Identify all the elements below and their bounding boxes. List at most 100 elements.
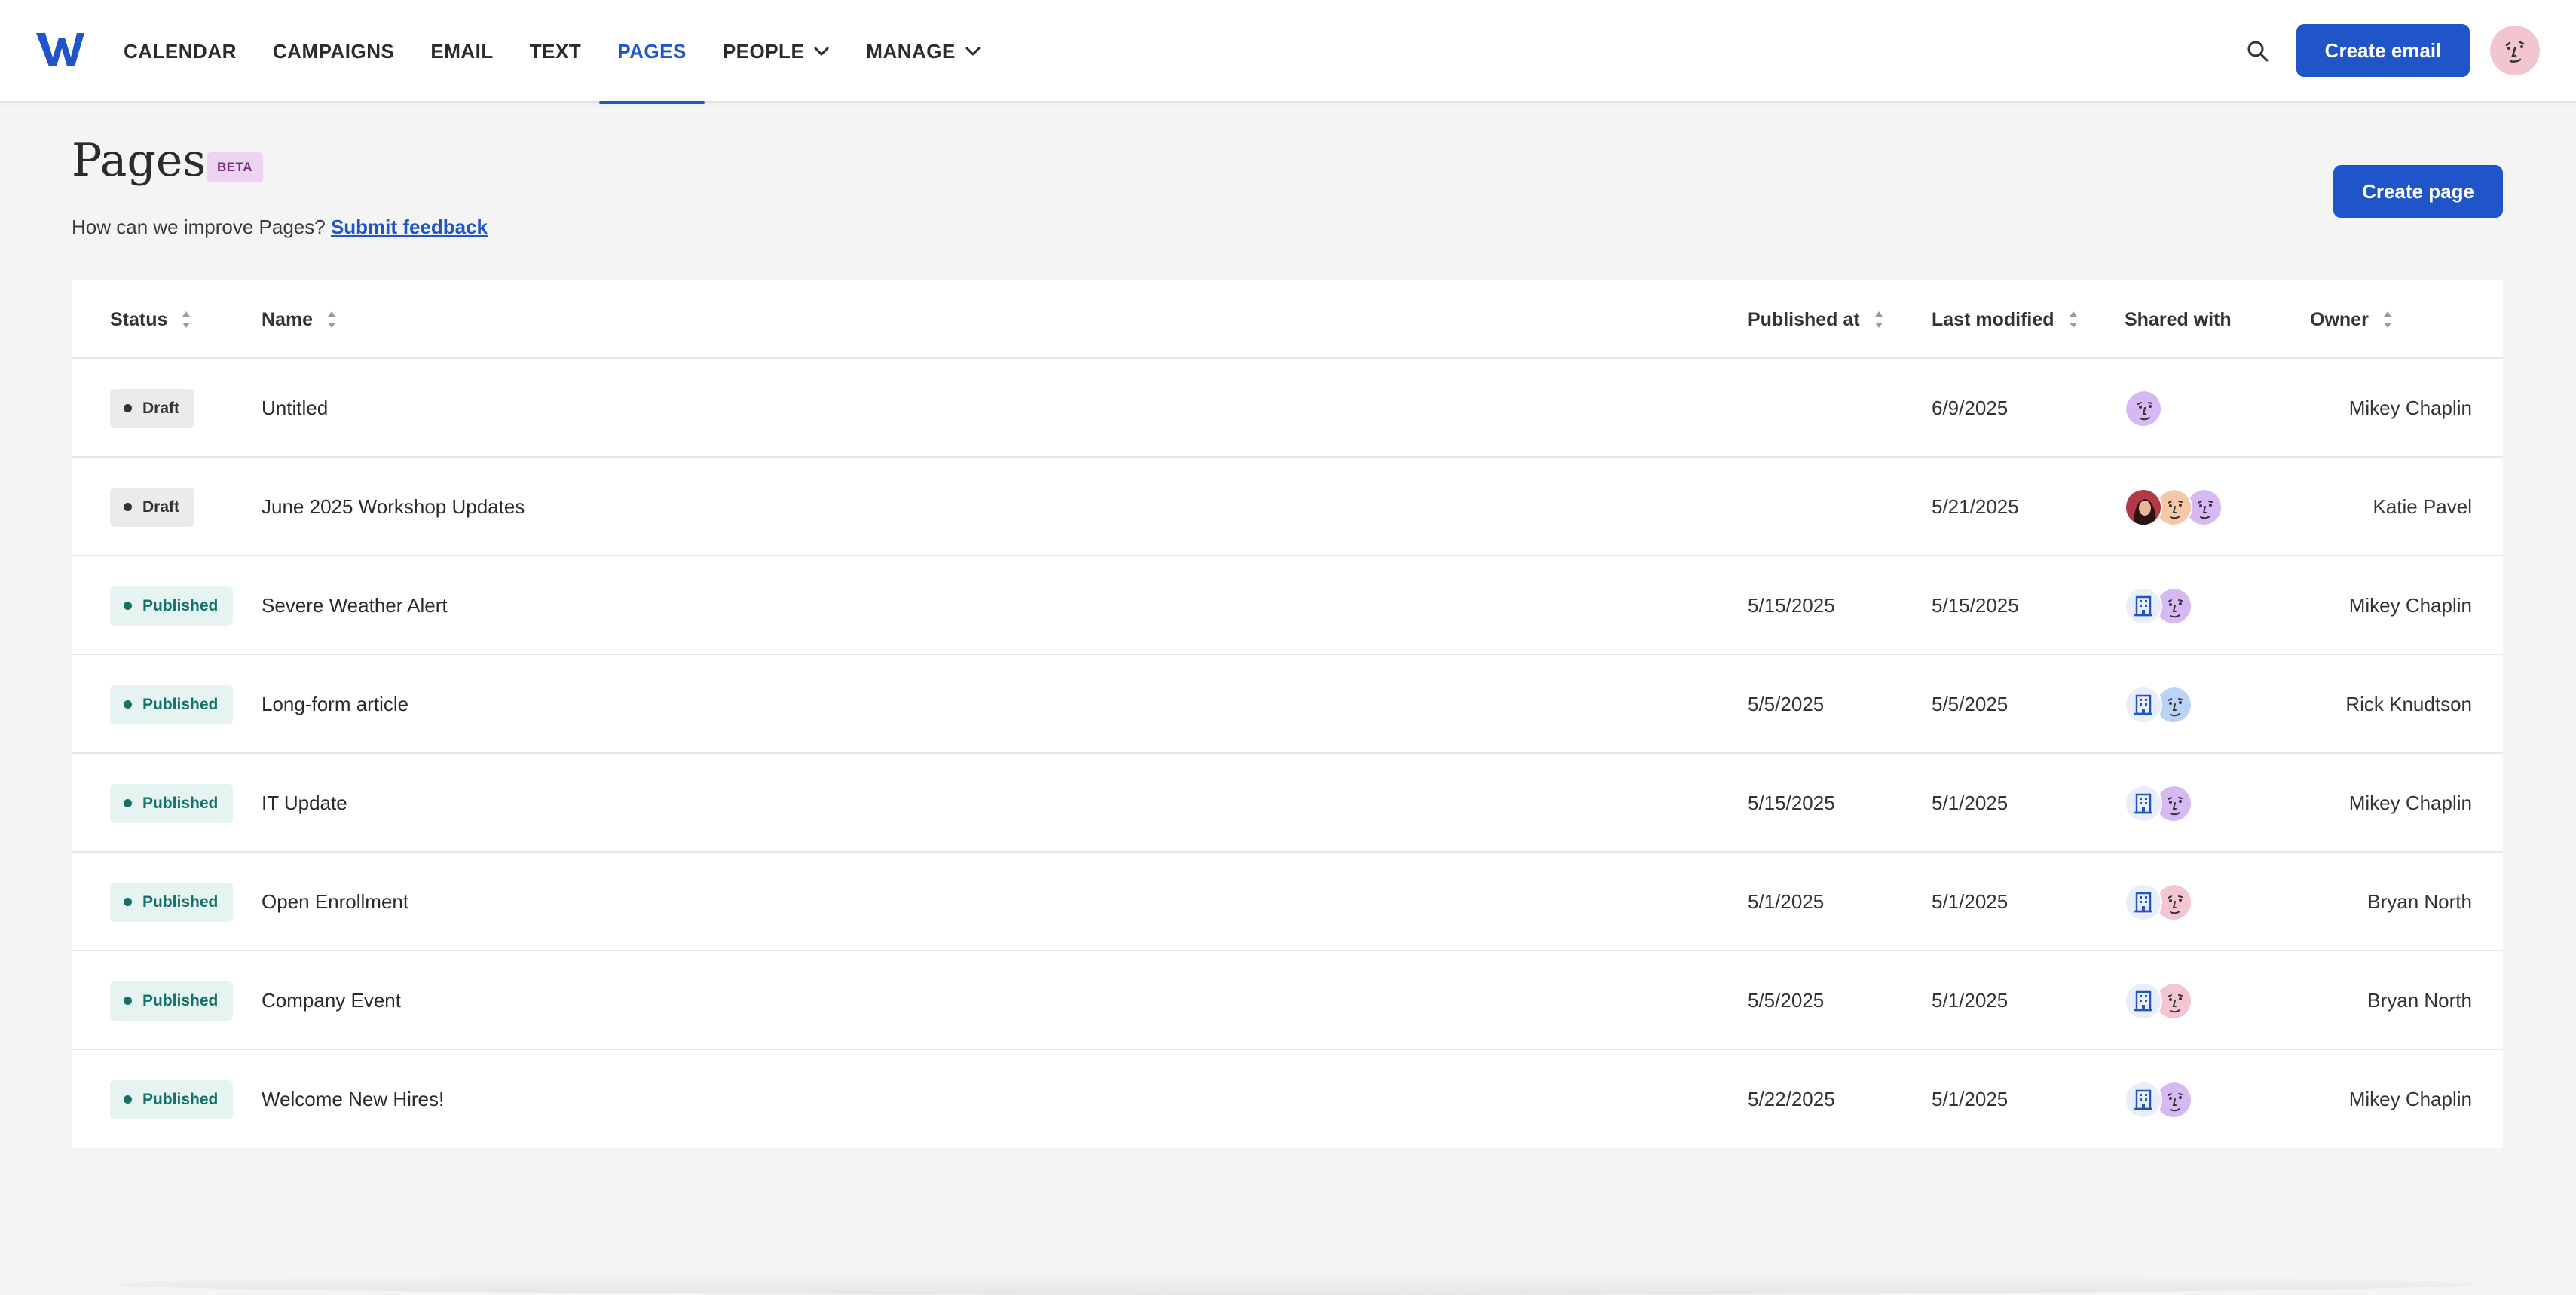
published-at-cell: 5/15/2025 <box>1748 594 1835 617</box>
shared-with-cell[interactable] <box>2125 458 2223 556</box>
table-row[interactable]: Draft Untitled 6/9/2025 Mikey Chaplin <box>72 359 2503 458</box>
page-name[interactable]: Long-form article <box>262 655 408 754</box>
nav-item-label: CALENDAR <box>124 39 237 63</box>
status-label: Published <box>142 892 219 911</box>
status-dot <box>124 997 132 1005</box>
page-name[interactable]: Severe Weather Alert <box>262 556 448 655</box>
nav-item-pages[interactable]: PAGES <box>599 0 705 104</box>
page-title: Pages <box>72 134 207 187</box>
status-cell: Draft <box>110 458 195 556</box>
bottom-edge-shadow <box>113 1274 2472 1295</box>
shared-avatar <box>2125 883 2162 921</box>
column-header-label: Published at <box>1748 308 1860 330</box>
shared-avatar <box>2125 685 2162 724</box>
page-name[interactable]: Welcome New Hires! <box>262 1050 444 1149</box>
nav-item-email[interactable]: EMAIL <box>412 0 511 103</box>
shared-avatar <box>2125 389 2162 427</box>
sort-icon[interactable] <box>181 308 191 331</box>
column-header-owner[interactable]: Owner <box>2310 280 2393 359</box>
status-label: Published <box>142 991 219 1009</box>
nav-item-label: PAGES <box>617 39 687 63</box>
published-at-cell: 5/1/2025 <box>1748 890 1825 913</box>
published-at-cell: 5/5/2025 <box>1748 693 1825 715</box>
page-name[interactable]: Company Event <box>262 951 401 1050</box>
sort-icon[interactable] <box>2068 308 2079 331</box>
nav-item-text[interactable]: TEXT <box>512 0 599 103</box>
create-page-button[interactable]: Create page <box>2333 165 2503 218</box>
sort-icon[interactable] <box>1874 308 1884 331</box>
column-header-label: Name <box>262 308 314 330</box>
last-modified-cell: 5/1/2025 <box>1932 890 2008 913</box>
shared-with-cell[interactable] <box>2125 556 2192 655</box>
owner-cell: Mikey Chaplin <box>2348 594 2472 617</box>
column-header-status[interactable]: Status <box>110 280 191 359</box>
shared-with-cell[interactable] <box>2125 359 2162 458</box>
shared-with-cell[interactable] <box>2125 655 2192 754</box>
workshop-logo-icon[interactable] <box>35 29 86 71</box>
column-header-published-at[interactable]: Published at <box>1748 280 1884 359</box>
sort-icon[interactable] <box>326 308 337 331</box>
page-name[interactable]: June 2025 Workshop Updates <box>262 458 525 556</box>
table-row[interactable]: Published IT Update 5/15/2025 5/1/2025 Mikey… <box>72 754 2503 853</box>
column-header-shared-with: Shared with <box>2125 280 2232 359</box>
table-row[interactable]: Published Open Enrollment 5/1/2025 5/1/2025… <box>72 853 2503 951</box>
status-label: Published <box>142 794 219 812</box>
nav-item-manage[interactable]: MANAGE <box>848 0 999 103</box>
column-header-label: Status <box>110 308 168 330</box>
pages-table: Status Name Published at Last modified S… <box>72 280 2503 1148</box>
status-label: Draft <box>142 497 180 516</box>
published-at-cell: 5/15/2025 <box>1748 791 1835 814</box>
owner-cell: Mikey Chaplin <box>2348 791 2472 814</box>
shared-with-cell[interactable] <box>2125 1050 2192 1149</box>
create-email-button[interactable]: Create email <box>2296 24 2470 77</box>
table-header: Status Name Published at Last modified S… <box>72 280 2503 359</box>
face-avatar-icon <box>2126 390 2161 426</box>
nav-item-label: CAMPAIGNS <box>272 39 395 63</box>
shared-with-cell[interactable] <box>2125 853 2192 951</box>
nav-item-campaigns[interactable]: CAMPAIGNS <box>255 0 412 103</box>
profile-photo-icon <box>2126 489 2161 525</box>
column-header-label: Shared with <box>2125 308 2232 330</box>
published-at-cell: 5/22/2025 <box>1748 1088 1835 1110</box>
table-row[interactable]: Draft June 2025 Workshop Updates 5/21/2025… <box>72 458 2503 556</box>
shared-with-cell[interactable] <box>2125 754 2192 853</box>
building-icon <box>2134 793 2152 813</box>
table-row[interactable]: Published Welcome New Hires! 5/22/2025 5/1/… <box>72 1050 2503 1149</box>
nav-item-calendar[interactable]: CALENDAR <box>106 0 255 103</box>
shared-with-cell[interactable] <box>2125 951 2192 1050</box>
status-badge: Published <box>110 783 234 823</box>
status-dot <box>124 602 132 610</box>
table-row[interactable]: Published Severe Weather Alert 5/15/2025 5/… <box>72 556 2503 655</box>
status-dot <box>124 700 132 709</box>
page-name[interactable]: Open Enrollment <box>262 853 408 951</box>
nav-item-people[interactable]: PEOPLE <box>705 0 848 103</box>
building-icon <box>2134 990 2152 1011</box>
column-header-last-modified[interactable]: Last modified <box>1932 280 2079 359</box>
status-cell: Published <box>110 655 234 754</box>
search-icon[interactable] <box>2243 36 2273 66</box>
status-badge: Published <box>110 882 234 922</box>
submit-feedback-link[interactable]: Submit feedback <box>331 216 488 238</box>
table-row[interactable]: Published Long-form article 5/5/2025 5/5/20… <box>72 655 2503 754</box>
page-name[interactable]: IT Update <box>262 754 347 853</box>
owner-cell: Bryan North <box>2367 890 2472 913</box>
status-badge: Published <box>110 1079 234 1119</box>
sort-icon[interactable] <box>2382 308 2393 331</box>
status-label: Published <box>142 1090 219 1108</box>
chevron-down-icon <box>965 47 981 56</box>
user-avatar[interactable] <box>2490 26 2540 75</box>
owner-cell: Mikey Chaplin <box>2348 396 2472 419</box>
page-name[interactable]: Untitled <box>262 359 328 458</box>
status-cell: Published <box>110 1050 234 1149</box>
table-row[interactable]: Published Company Event 5/5/2025 5/1/2025 Br… <box>72 951 2503 1050</box>
last-modified-cell: 5/1/2025 <box>1932 791 2008 814</box>
last-modified-cell: 5/5/2025 <box>1932 693 2008 715</box>
column-header-name[interactable]: Name <box>262 280 337 359</box>
last-modified-cell: 5/1/2025 <box>1932 989 2008 1012</box>
main-nav: CALENDAR CAMPAIGNS EMAIL TEXT PAGES PEOPLE MAN… <box>106 0 999 104</box>
status-label: Draft <box>142 399 180 417</box>
last-modified-cell: 5/1/2025 <box>1932 1088 2008 1110</box>
status-dot <box>124 799 132 807</box>
published-at-cell: 5/5/2025 <box>1748 989 1825 1012</box>
last-modified-cell: 6/9/2025 <box>1932 396 2008 419</box>
